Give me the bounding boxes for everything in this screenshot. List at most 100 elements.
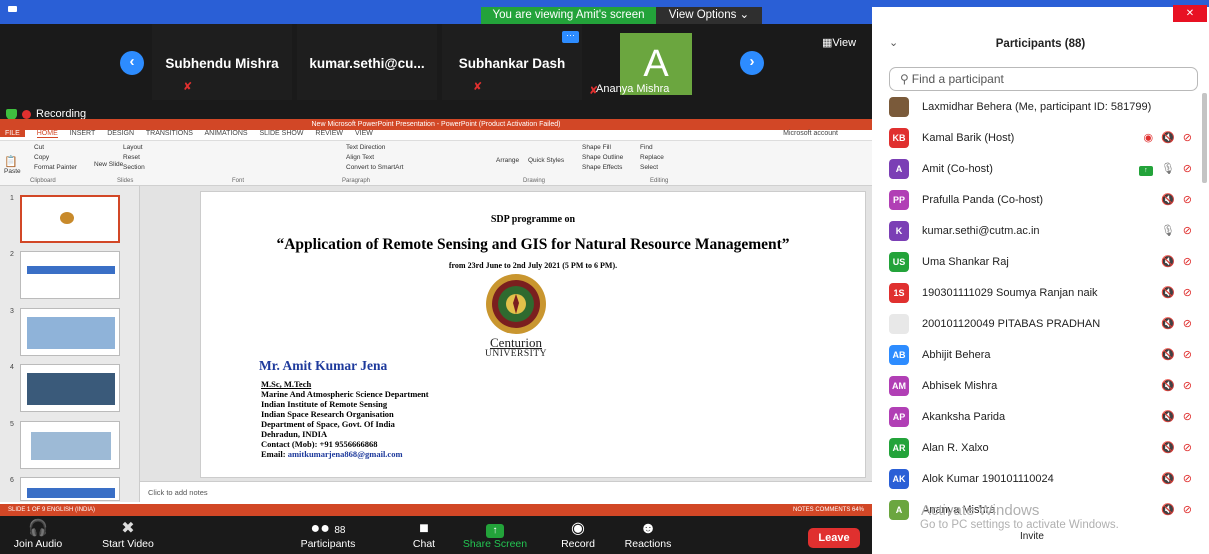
participant-row[interactable]: 1S 190301111029 Soumya Ranjan naik 🔇 ⊘ — [872, 279, 1202, 310]
video-off-icon[interactable]: ⊘ — [1183, 442, 1192, 454]
align-text-button[interactable]: Align Text — [346, 154, 374, 161]
notes-pane[interactable]: Click to add notes — [140, 481, 872, 504]
copy-button[interactable]: Copy — [34, 154, 49, 161]
slide-thumbnail[interactable] — [20, 251, 120, 299]
ppt-menu-design[interactable]: DESIGN — [107, 130, 134, 137]
video-off-icon[interactable]: ⊘ — [1183, 225, 1192, 237]
participant-row[interactable]: 200101120049 PITABAS PRADHAN 🔇 ⊘ — [872, 310, 1202, 341]
participant-row[interactable]: AB Abhijit Behera 🔇 ⊘ — [872, 341, 1202, 372]
mic-icon[interactable]: 🎙 — [1161, 225, 1175, 237]
prev-page-button[interactable]: ‹ — [120, 51, 144, 75]
share-screen-button[interactable]: ↑ Share Screen — [462, 516, 528, 550]
slide-editor[interactable]: SDP programme on “Application of Remote … — [140, 186, 872, 481]
restore-icon[interactable]: ❐ — [1139, 5, 1173, 22]
slide-thumbnail[interactable] — [20, 195, 120, 243]
shape-fill-button[interactable]: Shape Fill — [582, 144, 611, 151]
chat-button[interactable]: ■ Chat — [406, 516, 442, 550]
find-participant-input[interactable]: ⚲ Find a participant — [889, 67, 1198, 91]
convert-smartart-button[interactable]: Convert to SmartArt — [346, 164, 403, 171]
participant-row[interactable]: AK Alok Kumar 190101110024 🔇 ⊘ — [872, 465, 1202, 496]
video-off-icon[interactable]: ⊘ — [1183, 194, 1192, 206]
quick-styles-button[interactable]: Quick Styles — [528, 157, 564, 164]
video-off-icon[interactable]: ⊘ — [1183, 163, 1192, 175]
participant-row[interactable]: AP Akanksha Parida 🔇 ⊘ — [872, 403, 1202, 434]
participant-row[interactable]: AM Abhisek Mishra 🔇 ⊘ — [872, 372, 1202, 403]
cut-button[interactable]: Cut — [34, 144, 44, 151]
record-button[interactable]: ◉ Record — [556, 516, 600, 550]
new-slide-button[interactable]: New Slide — [94, 161, 123, 168]
video-off-icon[interactable]: ⊘ — [1183, 411, 1192, 423]
layout-button[interactable]: Layout — [123, 144, 143, 151]
replace-button[interactable]: Replace — [640, 154, 664, 161]
select-button[interactable]: Select — [640, 164, 658, 171]
video-off-icon[interactable]: ⊘ — [1183, 473, 1192, 485]
ppt-account[interactable]: Microsoft account — [783, 130, 838, 137]
ppt-menu-view[interactable]: VIEW — [355, 130, 373, 137]
participant-row[interactable]: A Amit (Co-host) ↑ 🎙 ⊘ — [872, 155, 1202, 186]
participant-row[interactable]: KB Kamal Barik (Host) ◉ 🔇 ⊘ — [872, 124, 1202, 155]
ppt-menu-review[interactable]: REVIEW — [315, 130, 343, 137]
video-off-icon[interactable]: ⊘ — [1183, 132, 1192, 144]
shape-outline-button[interactable]: Shape Outline — [582, 154, 623, 161]
ppt-menu-insert[interactable]: INSERT — [70, 130, 96, 137]
more-options-button[interactable]: ··· — [562, 31, 579, 43]
mic-muted-icon[interactable]: 🔇 — [1161, 349, 1175, 361]
mic-muted-icon[interactable]: 🔇 — [1161, 504, 1175, 516]
video-off-icon[interactable]: ⊘ — [1183, 349, 1192, 361]
arrange-button[interactable]: Arrange — [496, 157, 519, 164]
format-painter-button[interactable]: Format Painter — [34, 164, 77, 171]
video-tile[interactable]: Subhendu Mishra ✘ — [152, 24, 292, 100]
shape-effects-button[interactable]: Shape Effects — [582, 164, 622, 171]
view-button[interactable]: View — [822, 36, 856, 49]
participants-button[interactable]: ●● 88 Participants — [293, 516, 363, 550]
text-direction-button[interactable]: Text Direction — [346, 144, 385, 151]
video-tile[interactable]: kumar.sethi@cu... — [297, 24, 437, 100]
slide-thumbnail[interactable] — [20, 308, 120, 356]
find-button[interactable]: Find — [640, 144, 653, 151]
participant-row[interactable]: Laxmidhar Behera (Me, participant ID: 58… — [872, 93, 1202, 124]
paste-button[interactable]: Paste — [4, 168, 21, 175]
ppt-menu-slideshow[interactable]: SLIDE SHOW — [260, 130, 304, 137]
scrollbar[interactable] — [1202, 93, 1207, 183]
mic-muted-icon[interactable]: 🔇 — [1161, 132, 1175, 144]
video-off-icon[interactable]: ⊘ — [1183, 287, 1192, 299]
leave-button[interactable]: Leave — [808, 528, 860, 548]
video-off-icon[interactable]: ⊘ — [1183, 256, 1192, 268]
video-off-icon[interactable]: ⊘ — [1183, 380, 1192, 392]
participant-row[interactable]: PP Prafulla Panda (Co-host) 🔇 ⊘ — [872, 186, 1202, 217]
participant-row[interactable]: US Uma Shankar Raj 🔇 ⊘ — [872, 248, 1202, 279]
mic-muted-icon[interactable]: 🔇 — [1161, 411, 1175, 423]
slide-thumbnail[interactable] — [20, 364, 120, 412]
mic-muted-icon[interactable]: 🔇 — [1161, 380, 1175, 392]
view-options-button[interactable]: View Options — [656, 7, 762, 24]
ppt-menu-home[interactable]: HOME — [36, 130, 58, 138]
slide-thumbnail[interactable] — [20, 477, 120, 501]
mic-muted-icon[interactable]: 🔇 — [1161, 318, 1175, 330]
section-button[interactable]: Section — [123, 164, 145, 171]
current-slide[interactable]: SDP programme on “Application of Remote … — [200, 191, 866, 478]
mic-muted-icon[interactable]: 🔇 — [1161, 287, 1175, 299]
ppt-menu-file[interactable]: FILE — [0, 130, 25, 137]
mic-muted-icon[interactable]: 🔇 — [1161, 442, 1175, 454]
mic-muted-icon[interactable]: 🔇 — [1161, 256, 1175, 268]
minimize-icon[interactable]: – — [1105, 5, 1139, 22]
ppt-menu-transitions[interactable]: TRANSITIONS — [146, 130, 193, 137]
participant-row[interactable]: Kkumar.sethi@cutm.ac.in 🎙 ⊘ — [872, 217, 1202, 248]
next-page-button[interactable]: › — [740, 51, 764, 75]
join-audio-button[interactable]: 🎧 Join Audio — [12, 516, 64, 550]
video-off-icon[interactable]: ⊘ — [1183, 504, 1192, 516]
video-off-icon[interactable]: ⊘ — [1183, 318, 1192, 330]
video-tile[interactable]: Subhankar Dash ✘ — [442, 24, 582, 100]
reset-button[interactable]: Reset — [123, 154, 140, 161]
ppt-menu-animations[interactable]: ANIMATIONS — [205, 130, 248, 137]
reactions-button[interactable]: ☻ Reactions — [622, 516, 674, 550]
participant-row[interactable]: AR Alan R. Xalxo 🔇 ⊘ — [872, 434, 1202, 465]
close-icon[interactable]: ✕ — [1173, 5, 1207, 22]
mic-icon[interactable]: 🎙 — [1161, 163, 1175, 175]
start-video-button[interactable]: ✖ Start Video — [98, 516, 158, 550]
mic-muted-icon[interactable]: 🔇 — [1161, 473, 1175, 485]
invite-button[interactable]: Invite — [1020, 531, 1044, 542]
slide-thumbnail[interactable] — [20, 421, 120, 469]
paste-icon[interactable]: 📋 — [4, 155, 18, 168]
mic-muted-icon[interactable]: 🔇 — [1161, 194, 1175, 206]
